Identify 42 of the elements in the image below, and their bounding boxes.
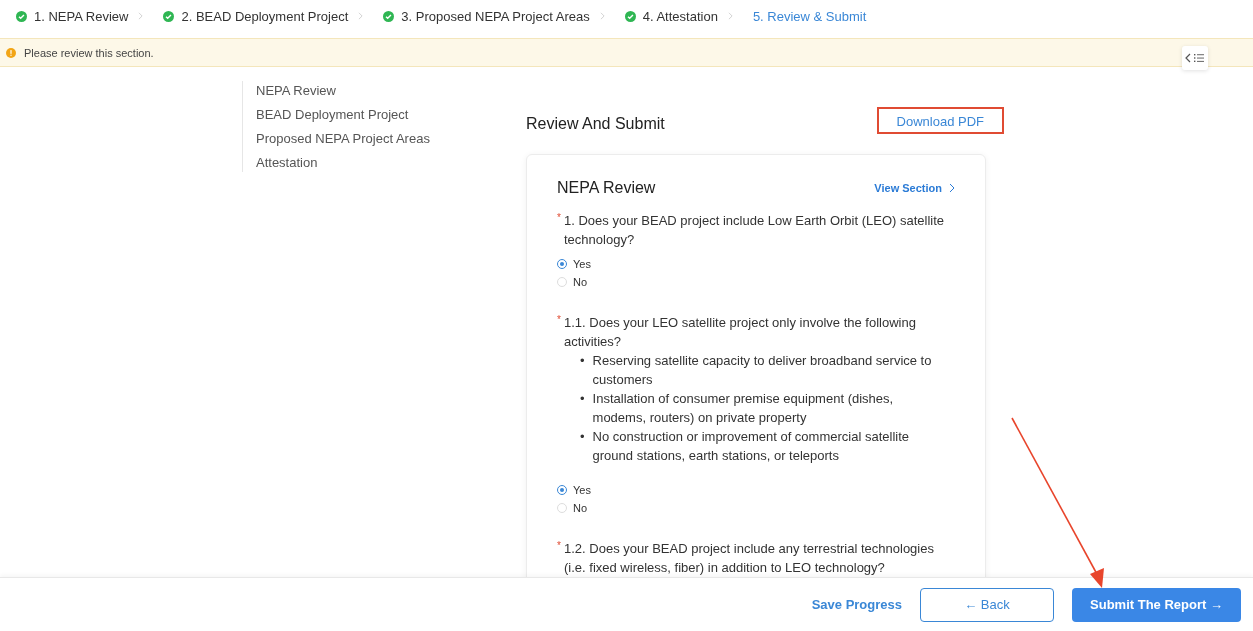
section-nav-link[interactable]: Attestation bbox=[256, 153, 318, 172]
bullet-mark: • bbox=[580, 352, 585, 370]
bullet-mark: • bbox=[580, 428, 585, 446]
page-title: Review And Submit bbox=[526, 113, 665, 133]
question-text: * 1. Does your BEAD project include Low Earth Orbit (LEO) satellite technology? bbox=[557, 211, 946, 249]
warning-icon bbox=[6, 47, 16, 58]
view-section-link[interactable]: View Section bbox=[874, 182, 955, 194]
submit-report-button[interactable]: Submit The Report → bbox=[1072, 587, 1241, 622]
chevron-right-icon bbox=[949, 183, 955, 193]
check-circle-icon bbox=[163, 10, 175, 22]
bullet-item: Reserving satellite capacity to deliver broadband service to customers bbox=[592, 352, 933, 389]
check-circle-icon bbox=[16, 10, 27, 22]
option-label: No bbox=[573, 501, 588, 516]
collapse-list-icon bbox=[1185, 52, 1205, 64]
back-button[interactable]: ← Back bbox=[920, 587, 1054, 622]
download-pdf-button[interactable]: Download PDF bbox=[876, 107, 1004, 134]
section-nav-link[interactable]: Proposed NEPA Project Areas bbox=[256, 129, 430, 148]
check-circle-icon bbox=[383, 10, 395, 22]
chevron-right-icon bbox=[358, 12, 364, 20]
step-tab[interactable]: 3. Proposed NEPA Project Areas bbox=[383, 8, 590, 24]
step-tab[interactable]: 2. BEAD Deployment Project bbox=[163, 8, 349, 24]
question-text: * 1.1. Does your LEO satellite project only involve the following activities? bbox=[557, 313, 917, 351]
option-label: Yes bbox=[573, 257, 591, 272]
chevron-right-icon bbox=[138, 12, 144, 20]
toggle-outline-button[interactable] bbox=[1182, 46, 1208, 70]
option-label: No bbox=[573, 275, 588, 290]
bullet-item: No construction or improvement of commercial satellite ground stations, earth stations, or teleports bbox=[592, 428, 910, 465]
option-label: Yes bbox=[573, 483, 591, 498]
step-tab[interactable]: 4. Attestation bbox=[624, 8, 718, 24]
banner-text: Please review this section. bbox=[24, 46, 154, 59]
bullet-mark: • bbox=[580, 390, 585, 408]
check-circle-icon bbox=[624, 10, 636, 22]
question-text: * 1.2. Does your BEAD project include any terrestrial technologies (i.e. fixed wireless, fiber) in addition to LEO technology? bbox=[557, 539, 935, 577]
card-title: NEPA Review bbox=[557, 179, 656, 197]
bullet-item: Installation of consumer premise equipment (dishes, modems, routers) on private property bbox=[592, 390, 895, 427]
chevron-right-icon bbox=[727, 12, 733, 20]
chevron-right-icon bbox=[599, 12, 605, 20]
section-nav-link[interactable]: NEPA Review bbox=[256, 81, 336, 100]
step-tab[interactable]: 5. Review & Submit bbox=[752, 8, 867, 24]
save-progress-button[interactable]: Save Progress bbox=[811, 591, 902, 618]
section-nav-link[interactable]: BEAD Deployment Project bbox=[256, 105, 409, 124]
step-tab[interactable]: 1. NEPA Review bbox=[16, 8, 129, 24]
